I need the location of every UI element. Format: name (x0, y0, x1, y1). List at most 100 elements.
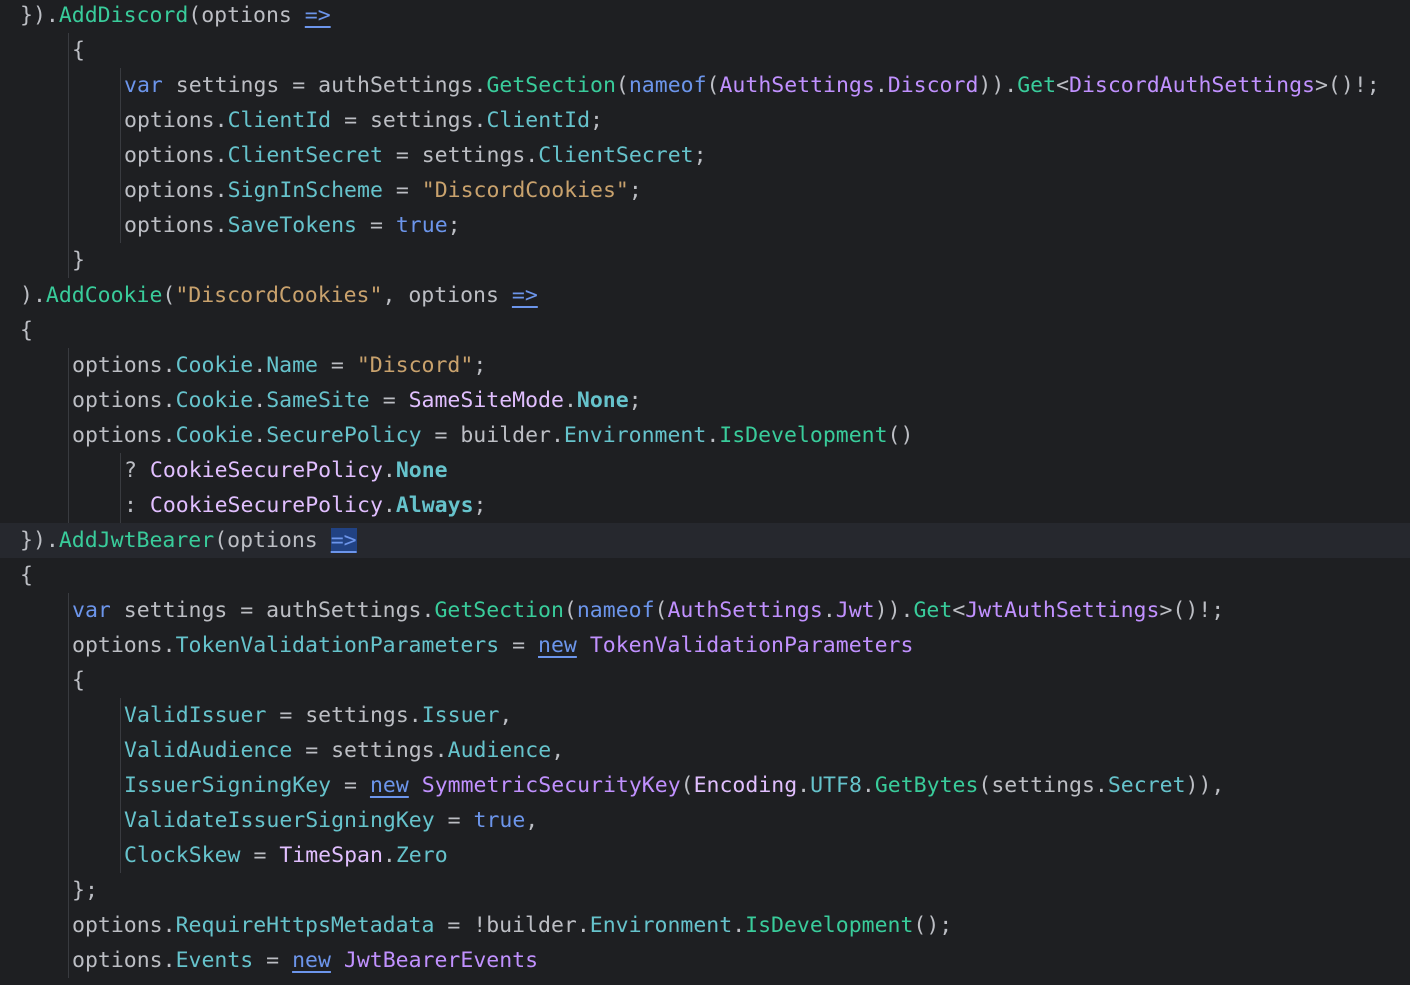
code-token: options. (72, 948, 176, 973)
code-token: = (369, 388, 409, 413)
code-token: var (72, 598, 111, 623)
code-line[interactable]: options.ClientSecret = settings.ClientSe… (0, 138, 1410, 173)
code-text: { (20, 558, 33, 593)
code-line[interactable]: IssuerSigningKey = new SymmetricSecurity… (0, 768, 1410, 803)
code-text: { (20, 313, 33, 348)
code-token: . (253, 353, 267, 378)
code-token: = (317, 353, 357, 378)
indent-guide (120, 208, 121, 243)
code-text: { (20, 33, 85, 68)
code-editor[interactable]: }).AddDiscord(options =>{var settings = … (0, 0, 1410, 983)
code-token: = (357, 213, 396, 238)
code-token: TokenValidationParameters (175, 633, 500, 658)
code-token: ( (706, 73, 720, 98)
code-token: )), (1185, 773, 1225, 798)
code-token: Always (395, 493, 474, 518)
code-text: var settings = authSettings.GetSection(n… (20, 593, 1224, 628)
code-token: ( (162, 283, 176, 308)
code-line[interactable]: { (0, 558, 1410, 593)
indent-guide (68, 908, 69, 943)
code-token: . (706, 423, 720, 448)
code-token: var (124, 73, 163, 98)
code-line[interactable]: ValidIssuer = settings.Issuer, (0, 698, 1410, 733)
indent-guide (120, 488, 121, 523)
code-token: nameof (576, 598, 655, 623)
code-token: . (797, 773, 811, 798)
code-line[interactable]: { (0, 313, 1410, 348)
code-line[interactable]: options.Cookie.SameSite = SameSiteMode.N… (0, 383, 1410, 418)
code-line[interactable]: options.ClientId = settings.ClientId; (0, 103, 1410, 138)
code-token: , (525, 808, 539, 833)
code-line[interactable]: } (0, 243, 1410, 278)
code-token: IssuerSigningKey (124, 773, 332, 798)
indent-guide (68, 873, 69, 908)
code-line[interactable]: }).AddDiscord(options => (0, 0, 1410, 33)
code-token: GetSection (486, 73, 616, 98)
code-token: = !builder. (434, 913, 590, 938)
code-line[interactable]: }).AddJwtBearer(options => (0, 523, 1410, 558)
code-token: SaveTokens (227, 213, 358, 238)
code-line[interactable]: options.Cookie.Name = "Discord"; (0, 348, 1410, 383)
code-token: ClockSkew (124, 843, 241, 868)
code-token: options. (124, 178, 228, 203)
code-line[interactable]: { (0, 663, 1410, 698)
code-token: nameof (628, 73, 707, 98)
code-line[interactable]: options.Events = new JwtBearerEvents (0, 943, 1410, 978)
code-token: . (874, 73, 888, 98)
indent-guide (120, 803, 121, 838)
code-token: ). (20, 283, 46, 308)
code-token: )). (978, 73, 1018, 98)
code-text: options.ClientId = settings.ClientId; (20, 103, 603, 138)
code-line[interactable]: ? CookieSecurePolicy.None (0, 453, 1410, 488)
code-line[interactable]: options.SaveTokens = true; (0, 208, 1410, 243)
code-line[interactable]: }; (0, 873, 1410, 908)
indent-guide (68, 943, 69, 978)
code-token: RequireHttpsMetadata (175, 913, 435, 938)
code-text: options.Cookie.SecurePolicy = builder.En… (20, 418, 913, 453)
code-text: ? CookieSecurePolicy.None (20, 453, 448, 488)
code-line[interactable]: options.RequireHttpsMetadata = !builder.… (0, 908, 1410, 943)
code-text: ).AddCookie("DiscordCookies", options => (20, 278, 538, 313)
indent-guide (120, 733, 121, 768)
indent-guide (68, 698, 69, 733)
indent-guide (68, 663, 69, 698)
code-token: ( (563, 598, 577, 623)
code-line[interactable]: ClockSkew = TimeSpan.Zero (0, 838, 1410, 873)
indent-guide (68, 768, 69, 803)
code-line[interactable]: var settings = authSettings.GetSection(n… (0, 68, 1410, 103)
code-token: JwtBearerEvents (343, 948, 539, 973)
code-line[interactable]: options.SignInScheme = "DiscordCookies"; (0, 173, 1410, 208)
indent-guide (68, 208, 69, 243)
code-token: >()!; (1314, 73, 1380, 98)
code-line[interactable]: options.Cookie.SecurePolicy = builder.En… (0, 418, 1410, 453)
code-line[interactable]: : CookieSecurePolicy.Always; (0, 488, 1410, 523)
code-line[interactable]: ValidAudience = settings.Audience, (0, 733, 1410, 768)
code-token: Cookie (175, 388, 254, 413)
code-token: options. (124, 143, 228, 168)
code-token: = (253, 948, 293, 973)
indent-guide (68, 628, 69, 663)
code-token: ; (693, 143, 707, 168)
code-token: . (732, 913, 746, 938)
indent-guide (68, 383, 69, 418)
code-line[interactable]: options.TokenValidationParameters = new … (0, 628, 1410, 663)
code-token: }; (72, 878, 98, 903)
code-line[interactable]: ValidateIssuerSigningKey = true, (0, 803, 1410, 838)
code-token: options. (72, 353, 176, 378)
code-token: (); (913, 913, 953, 938)
indent-guide (68, 488, 69, 523)
code-line[interactable]: { (0, 33, 1410, 68)
code-token: settings = authSettings. (110, 598, 435, 623)
code-token: new (538, 633, 577, 658)
code-token: = (331, 773, 370, 798)
code-token: { (72, 668, 85, 693)
code-token: ( (680, 773, 694, 798)
code-line[interactable]: var settings = authSettings.GetSection(n… (0, 593, 1410, 628)
code-line[interactable]: ).AddCookie("DiscordCookies", options => (0, 278, 1410, 313)
code-token: . (563, 388, 577, 413)
code-token: Zero (395, 843, 448, 868)
code-token: options. (124, 108, 228, 133)
code-token: }). (20, 3, 59, 28)
